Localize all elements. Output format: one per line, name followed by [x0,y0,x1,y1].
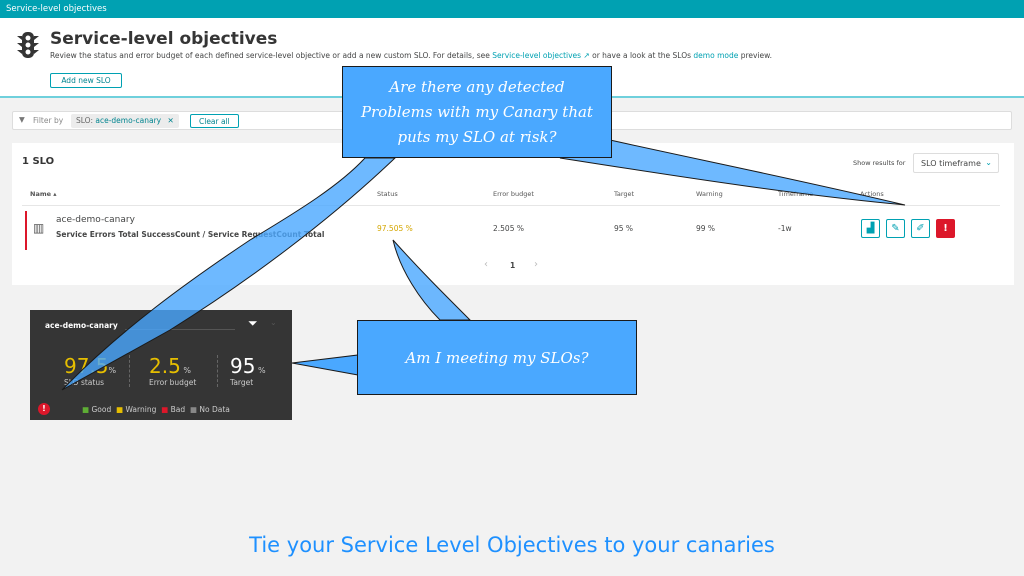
callout-slo-meeting: Am I meeting my SLOs? [357,320,637,395]
arrow-to-widget [61,157,397,391]
arrow-to-status [392,239,472,321]
slide-caption: Tie your Service Level Objectives to you… [249,533,775,557]
arrow-to-tile [291,354,359,376]
callout-problems: Are there any detected Problems with my … [342,66,612,158]
